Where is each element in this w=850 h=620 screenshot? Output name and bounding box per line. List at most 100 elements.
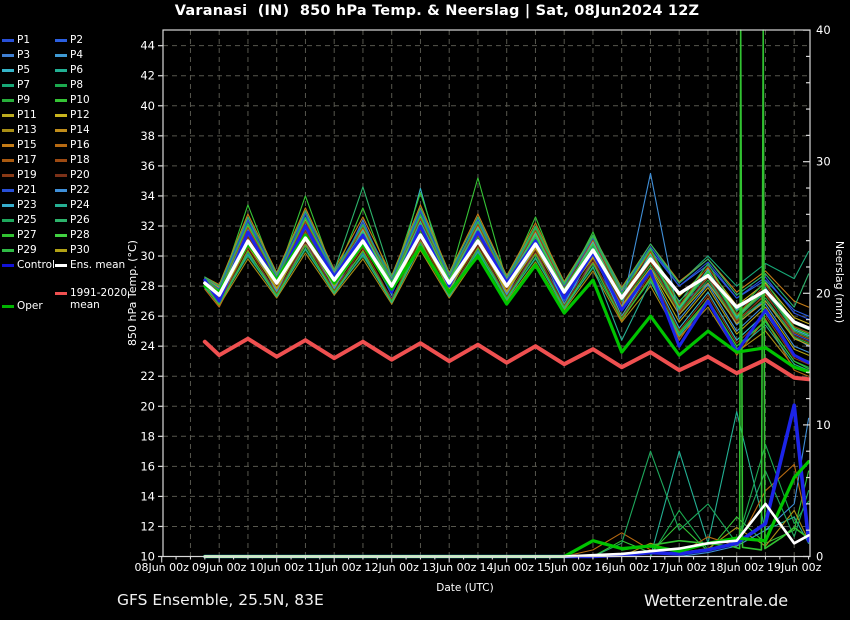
legend-item-P20: P20 — [55, 169, 90, 182]
legend-item-P15: P15 — [2, 139, 37, 152]
legend-item-P21: P21 — [2, 184, 37, 197]
legend-item-P2-label: P2 — [70, 34, 84, 46]
legend-item-P22: P22 — [55, 184, 90, 197]
legend-item-P20-swatch — [55, 174, 67, 177]
legend-item-P5: P5 — [2, 64, 30, 77]
legend-item-P29-swatch — [2, 249, 14, 252]
legend-item-control-swatch — [2, 264, 14, 267]
legend-item-control-label: Control — [17, 259, 55, 271]
legend-item-P26: P26 — [55, 214, 90, 227]
legend-item-oper-label: Oper — [17, 300, 43, 312]
legend-item-P17-swatch — [2, 159, 14, 162]
legend-item-P14-swatch — [55, 129, 67, 132]
legend-item-P27-swatch — [2, 234, 14, 237]
date-tick-label: 09Jun 00z — [192, 561, 247, 574]
legend-item-P26-swatch — [55, 219, 67, 222]
legend-item-P27: P27 — [2, 229, 37, 242]
legend-item-P30-swatch — [55, 249, 67, 252]
x-axis-title: Date (UTC) — [436, 582, 493, 594]
legend-item-ens-mean-label: Ens. mean — [70, 259, 126, 271]
legend-item-P13: P13 — [2, 124, 37, 137]
legend-item-P8: P8 — [55, 79, 83, 92]
legend-item-P29: P29 — [2, 244, 37, 257]
legend-item-P19-label: P19 — [17, 169, 37, 181]
meteogram-window: Varanasi (IN) 850 hPa Temp. & Neerslag |… — [0, 0, 850, 620]
legend-item-P3: P3 — [2, 49, 30, 62]
legend-item-clim-mean-label2: mean — [70, 299, 100, 311]
legend-item-P1-label: P1 — [17, 34, 31, 46]
legend-item-P19-swatch — [2, 174, 14, 177]
legend-item-P13-swatch — [2, 129, 14, 132]
date-tick-label: 17Jun 00z — [652, 561, 707, 574]
legend-item-oper-swatch — [2, 305, 14, 308]
precip-tick-label: 10 — [816, 418, 831, 432]
legend-item-P4: P4 — [55, 49, 83, 62]
legend-item-P10-swatch — [55, 99, 67, 102]
legend-item-P2-swatch — [55, 39, 67, 42]
legend-item-P7: P7 — [2, 79, 30, 92]
date-tick-label: 14Jun 00z — [479, 561, 534, 574]
footer-model-info: GFS Ensemble, 25.5N, 83E — [117, 591, 324, 609]
precip-tick-label: 20 — [816, 286, 831, 300]
legend-item-P21-swatch — [2, 189, 14, 192]
legend-item-P23: P23 — [2, 199, 37, 212]
legend-item-P30-label: P30 — [70, 244, 90, 256]
legend-item-control: Control — [2, 259, 55, 272]
precip-tick-label: 30 — [816, 155, 831, 169]
legend-item-clim-mean-swatch — [55, 292, 67, 295]
legend-item-P18-label: P18 — [70, 154, 90, 166]
legend-item-P20-label: P20 — [70, 169, 90, 181]
legend-item-P18-swatch — [55, 159, 67, 162]
legend-item-ens-mean-swatch — [55, 264, 67, 267]
legend-item-P12: P12 — [55, 109, 90, 122]
legend-item-P4-label: P4 — [70, 49, 84, 61]
date-tick-label: 13Jun 00z — [422, 561, 477, 574]
legend-item-P24: P24 — [55, 199, 90, 212]
legend-item-P26-label: P26 — [70, 214, 90, 226]
legend-item-P1-swatch — [2, 39, 14, 42]
legend-item-P11-label: P11 — [17, 109, 37, 121]
legend-item-P23-swatch — [2, 204, 14, 207]
legend-item-P19: P19 — [2, 169, 37, 182]
legend-item-P11: P11 — [2, 109, 37, 122]
legend-item-P14: P14 — [55, 124, 90, 137]
legend-item-P9-swatch — [2, 99, 14, 102]
legend-item-P10-label: P10 — [70, 94, 90, 106]
legend-item-P22-label: P22 — [70, 184, 90, 196]
legend-item-P25-label: P25 — [17, 214, 37, 226]
legend-item-P9: P9 — [2, 94, 30, 107]
legend-item-P23-label: P23 — [17, 199, 37, 211]
legend-item-P21-label: P21 — [17, 184, 37, 196]
legend-item-P15-swatch — [2, 144, 14, 147]
date-tick-label: 19Jun 00z — [767, 561, 822, 574]
legend-item-P4-swatch — [55, 54, 67, 57]
legend-item-P7-swatch — [2, 84, 14, 87]
legend-item-P6-label: P6 — [70, 64, 84, 76]
precip-tick-label: 40 — [816, 23, 831, 37]
legend-item-P12-label: P12 — [70, 109, 90, 121]
legend-item-P6: P6 — [55, 64, 83, 77]
legend-item-oper: Oper — [2, 300, 43, 313]
legend-item-P5-swatch — [2, 69, 14, 72]
right-axis-title: Neerslag (mm) — [833, 241, 846, 323]
legend-item-P25-swatch — [2, 219, 14, 222]
legend-item-P22-swatch — [55, 189, 67, 192]
legend-item-P7-label: P7 — [17, 79, 31, 91]
legend-item-P3-label: P3 — [17, 49, 31, 61]
legend-item-P10: P10 — [55, 94, 90, 107]
legend-item-P8-swatch — [55, 84, 67, 87]
legend-item-P5-label: P5 — [17, 64, 31, 76]
legend-item-P3-swatch — [2, 54, 14, 57]
legend-item-P24-swatch — [55, 204, 67, 207]
footer-brand: Wetterzentrale.de — [644, 591, 789, 610]
legend-item-P16-swatch — [55, 144, 67, 147]
legend-item-P28-label: P28 — [70, 229, 90, 241]
date-tick-label: 15Jun 00z — [537, 561, 592, 574]
date-tick-label: 12Jun 00z — [364, 561, 419, 574]
legend-item-P29-label: P29 — [17, 244, 37, 256]
date-tick-label: 16Jun 00z — [594, 561, 649, 574]
legend-item-P15-label: P15 — [17, 139, 37, 151]
legend-item-P11-swatch — [2, 114, 14, 117]
legend-item-P6-swatch — [55, 69, 67, 72]
legend-item-P24-label: P24 — [70, 199, 90, 211]
